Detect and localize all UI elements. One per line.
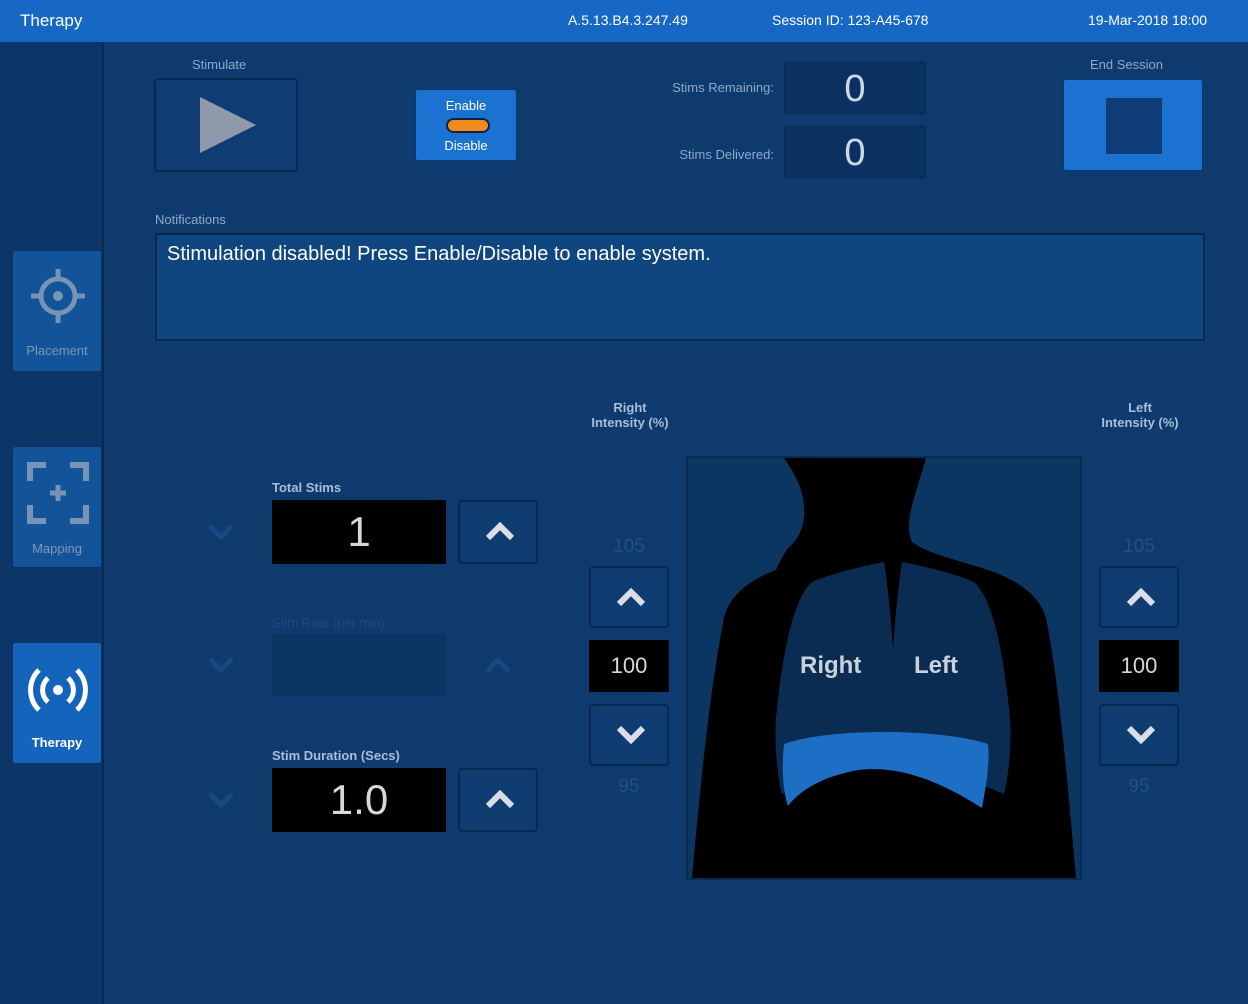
stop-icon [1106,98,1162,154]
stims-delivered-value: 0 [784,126,926,178]
end-session-button[interactable] [1062,78,1204,172]
right-intensity-label-line2: Intensity (%) [591,415,669,430]
total-stims-decrease-button[interactable] [182,500,260,564]
end-session-label: End Session [1090,57,1163,72]
stim-rate-label: Stim Rate (per min) [272,615,385,630]
stimulate-label: Stimulate [192,57,247,72]
sidebar-item-label: Mapping [32,541,82,556]
total-stims-increase-button[interactable] [458,500,538,564]
notification-message: Stimulation disabled! Press Enable/Disab… [167,243,711,265]
stim-duration-increase-button[interactable] [458,768,538,832]
left-intensity-label-line1: Left [1128,400,1152,415]
lung-diagram: Right Left [686,456,1082,880]
left-intensity-label: Left Intensity (%) [1088,400,1192,430]
stim-rate-increase-button[interactable] [458,634,538,696]
chevron-down-icon [208,524,234,540]
right-intensity-increase-button[interactable] [589,566,669,628]
chevron-up-icon [1127,588,1155,606]
chevron-up-icon [486,522,514,540]
torso-silhouette [692,458,1076,878]
chevron-down-icon [208,792,234,808]
right-intensity-label: Right Intensity (%) [580,400,680,430]
date-time: 19-Mar-2018 18:00 [1088,12,1208,28]
stim-rate-decrease-button[interactable] [182,634,260,696]
notifications-label: Notifications [155,212,226,227]
right-intensity-label-line1: Right [613,400,647,415]
stim-rate-value [272,634,446,696]
chevron-down-icon [1127,726,1155,744]
left-lung-label: Left [914,652,958,679]
stimulate-button[interactable] [154,78,298,172]
mapping-icon [27,462,89,524]
toggle-indicator [446,118,490,133]
left-intensity-increase-button[interactable] [1099,566,1179,628]
window-title: Therapy [20,11,83,30]
left-intensity-max: 105 [1123,536,1155,557]
chevron-down-icon [208,657,234,673]
right-intensity-value: 100 [589,640,669,692]
stim-duration-label: Stim Duration (Secs) [272,748,400,763]
right-lung-label: Right [800,652,862,679]
stims-remaining-value: 0 [784,62,926,114]
right-intensity-min: 95 [618,776,640,797]
left-intensity-decrease-button[interactable] [1099,704,1179,766]
sidebar: Placement Mapping Therapy [0,42,104,1004]
top-bar: Therapy A.5.13.B4.3.247.49 Session ID: 1… [0,0,1248,42]
right-intensity-decrease-button[interactable] [589,704,669,766]
left-intensity-min: 95 [1128,776,1150,797]
crosshair-icon [31,269,85,323]
enable-label: Enable [445,98,487,113]
stim-duration-value: 1.0 [272,768,446,832]
broadcast-icon [28,668,88,712]
sidebar-item-mapping[interactable]: Mapping [12,446,102,568]
software-version: A.5.13.B4.3.247.49 [568,12,688,28]
sidebar-item-therapy[interactable]: Therapy [12,642,102,764]
chevron-down-icon [617,726,645,744]
enable-disable-button[interactable]: Enable Disable [414,88,518,162]
stim-duration-decrease-button[interactable] [182,768,260,832]
left-intensity-label-line2: Intensity (%) [1101,415,1179,430]
chevron-up-icon [617,588,645,606]
therapy-screen: Therapy A.5.13.B4.3.247.49 Session ID: 1… [0,0,1248,1004]
notifications-panel: Stimulation disabled! Press Enable/Disab… [155,233,1205,341]
chevron-up-icon [486,790,514,808]
disable-label: Disable [444,138,488,153]
stims-delivered-label: Stims Delivered: [679,147,774,162]
sidebar-item-label: Therapy [31,735,83,750]
total-stims-label: Total Stims [272,480,342,495]
stims-remaining-label: Stims Remaining: [672,80,774,95]
right-intensity-max: 105 [613,536,645,557]
total-stims-value: 1 [272,500,446,564]
session-id: Session ID: 123-A45-678 [772,12,929,28]
play-icon [200,97,256,153]
sidebar-item-label: Placement [26,343,88,358]
chevron-up-icon [485,657,511,673]
sidebar-item-placement[interactable]: Placement [12,250,102,372]
left-intensity-value: 100 [1099,640,1179,692]
